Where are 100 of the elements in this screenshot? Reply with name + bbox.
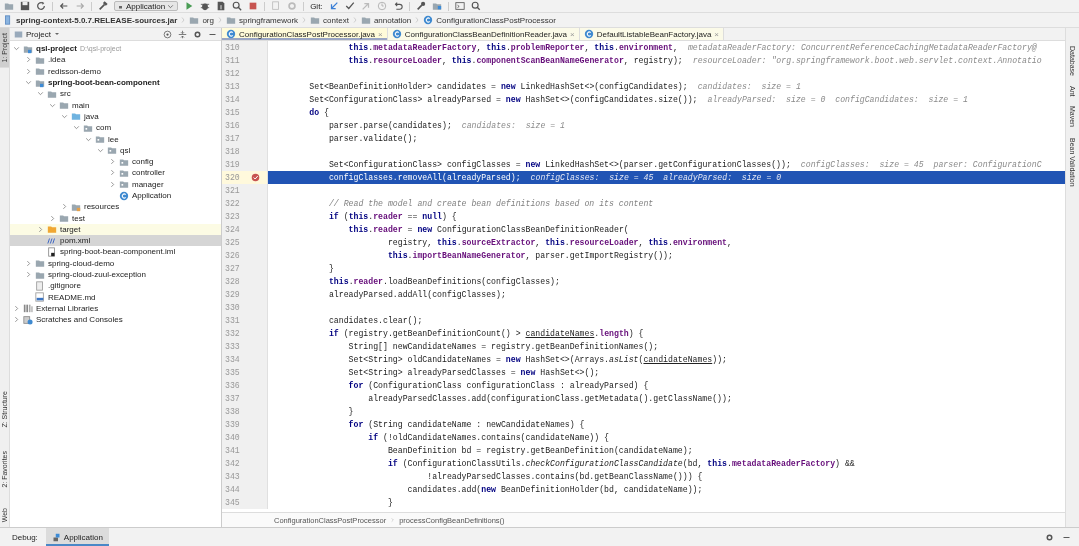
line-number: 325 bbox=[224, 238, 241, 247]
line-number: 328 bbox=[224, 277, 241, 286]
breakpoint-icon[interactable] bbox=[250, 173, 260, 182]
project-view-dropdown[interactable]: Project bbox=[14, 29, 60, 39]
tree-item[interactable]: config bbox=[132, 157, 154, 167]
line-number: 315 bbox=[224, 108, 241, 117]
run-icon[interactable] bbox=[184, 1, 195, 11]
tree-item[interactable]: redisson-demo bbox=[48, 66, 101, 76]
debug-icon[interactable] bbox=[200, 1, 211, 11]
settings-icon[interactable] bbox=[193, 29, 202, 39]
code-line: String[] newCandidateNames = registry.getBeanDefinitionNames(); bbox=[347, 342, 659, 351]
search-icon[interactable] bbox=[470, 1, 481, 11]
line-number: 316 bbox=[224, 121, 241, 130]
tree-item[interactable]: main bbox=[72, 100, 90, 110]
line-number: 335 bbox=[224, 368, 241, 377]
code-line: alreadyParsedClasses.add(configurationClass.getMetadata().getClassName()); bbox=[367, 394, 732, 403]
line-number: 339 bbox=[224, 420, 241, 429]
tree-item[interactable]: Application bbox=[132, 191, 172, 200]
collapse-all-icon[interactable] bbox=[178, 29, 187, 39]
tree-item[interactable]: controller bbox=[132, 168, 165, 178]
forward-arrow-icon[interactable] bbox=[75, 1, 85, 11]
editor-tab[interactable]: DefaultListableBeanFactory.java × bbox=[579, 28, 724, 40]
breadcrumb-item[interactable]: spring-context-5.0.7.RELEASE-sources.jar bbox=[16, 15, 178, 25]
line-number: 314 bbox=[224, 95, 241, 104]
line-number: 337 bbox=[224, 394, 241, 403]
tree-item[interactable]: External Libraries bbox=[36, 303, 99, 313]
chevron-separator-icon bbox=[390, 516, 396, 524]
breadcrumb-item[interactable]: springframework bbox=[238, 15, 299, 25]
project-structure-icon[interactable] bbox=[431, 1, 442, 11]
line-number: 311 bbox=[224, 56, 241, 65]
code-line: Set<ConfigurationClass> alreadyParsed = new HashSet<>(configCandidates.size()); bbox=[308, 95, 698, 104]
code-line: registry, this.sourceExtractor, this.resourceLoader, this.environment, bbox=[386, 238, 732, 247]
terminal-icon[interactable] bbox=[454, 1, 465, 11]
class-icon bbox=[226, 29, 236, 39]
breadcrumb-item[interactable]: annotation bbox=[373, 15, 412, 25]
tree-item[interactable]: lee bbox=[108, 134, 119, 144]
code-line: Set<BeanDefinitionHolder> candidates = new LinkedHashSet<>(configCandidates); bbox=[308, 82, 688, 91]
tree-item[interactable]: spring-boot-bean-component bbox=[48, 78, 160, 88]
line-number: 321 bbox=[224, 186, 241, 195]
sync-icon[interactable] bbox=[36, 1, 46, 11]
tree-item[interactable]: java bbox=[84, 111, 99, 121]
line-number: 336 bbox=[224, 381, 241, 390]
line-number: 324 bbox=[224, 225, 241, 234]
tree-item[interactable]: .gitignore bbox=[48, 281, 81, 291]
tree-item[interactable]: spring-boot-bean-component.iml bbox=[60, 247, 176, 257]
chevron-separator-icon bbox=[216, 15, 223, 25]
locate-icon[interactable] bbox=[163, 29, 172, 39]
breadcrumb-item[interactable]: context bbox=[323, 15, 349, 25]
save-icon[interactable] bbox=[20, 1, 30, 11]
code-line: candidates.clear(); bbox=[327, 316, 423, 325]
line-number: 331 bbox=[224, 316, 241, 325]
tree-item[interactable]: .idea bbox=[48, 55, 66, 65]
editor-tab[interactable]: ConfigurationClassBeanDefinitionReader.java × bbox=[387, 28, 580, 40]
tree-item[interactable]: manager bbox=[132, 179, 164, 189]
tree-item[interactable]: com bbox=[96, 123, 112, 133]
history-clock-icon[interactable] bbox=[376, 1, 387, 11]
tree-item[interactable]: spring-cloud-demo bbox=[48, 258, 115, 268]
code-line: do { bbox=[308, 108, 329, 117]
wrench-icon[interactable] bbox=[415, 1, 426, 11]
tree-item[interactable]: qsl-project bbox=[36, 44, 77, 54]
commit-check-icon[interactable] bbox=[344, 1, 355, 11]
code-line: Set<ConfigurationClass> configClasses = new LinkedHashSet<>(parser.getConfigurationClasses()); bbox=[327, 160, 791, 169]
tree-item[interactable]: qsl bbox=[120, 145, 131, 155]
caret-icon bbox=[53, 31, 60, 37]
tree-item[interactable]: test bbox=[72, 213, 85, 223]
tree-item[interactable]: Scratches and Consoles bbox=[36, 315, 123, 325]
line-number: 334 bbox=[224, 355, 241, 364]
caret-icon bbox=[167, 2, 175, 10]
code-line: Set<String> alreadyParsedClasses = new HashSet<>(); bbox=[347, 368, 600, 377]
breadcrumb-item[interactable]: ConfigurationClassPostProcessor bbox=[436, 15, 556, 25]
tree-item[interactable]: resources bbox=[84, 202, 120, 212]
folder-icon bbox=[225, 15, 236, 25]
tree-item[interactable]: src bbox=[60, 89, 71, 99]
run-configuration-dropdown[interactable]: Application bbox=[114, 1, 179, 11]
code-line: parser.parse(candidates); bbox=[327, 121, 452, 130]
tree-item[interactable]: README.md bbox=[48, 292, 96, 302]
tree-item[interactable]: target bbox=[60, 224, 81, 234]
inline-debug-value: configClasses: size = 45 alreadyParsed: size = 0 bbox=[530, 173, 782, 182]
revert-icon[interactable] bbox=[392, 1, 403, 11]
editor-tab[interactable]: ConfigurationClassPostProcessor.java × bbox=[222, 28, 388, 40]
debug-tab[interactable]: Application bbox=[45, 528, 109, 546]
line-number: 344 bbox=[224, 485, 241, 494]
line-number: 322 bbox=[224, 199, 241, 208]
code-line: alreadyParsed.addAll(configClasses); bbox=[327, 290, 506, 299]
back-arrow-icon[interactable] bbox=[59, 1, 69, 11]
tree-item[interactable]: pom.xml bbox=[60, 236, 91, 246]
vcs-label: Git: bbox=[310, 1, 323, 11]
settings-icon[interactable] bbox=[1045, 532, 1054, 542]
tree-item[interactable]: spring-cloud-zuul-exception bbox=[48, 270, 146, 280]
inline-debug-value: candidates: size = 1 bbox=[461, 121, 565, 130]
code-line: if (!oldCandidateNames.contains(candidateName)) { bbox=[367, 433, 610, 442]
maven-file-icon bbox=[47, 235, 57, 246]
push-arrow-icon[interactable] bbox=[360, 1, 371, 11]
folder-icon[interactable] bbox=[4, 1, 14, 11]
hammer-icon[interactable] bbox=[98, 1, 108, 11]
breadcrumb-item[interactable]: org bbox=[202, 15, 214, 25]
code-line: candidates.add(new BeanDefinitionHolder(bd, candidateName)); bbox=[406, 485, 703, 494]
stop-icon[interactable] bbox=[248, 1, 259, 11]
update-arrow-icon[interactable] bbox=[328, 1, 339, 11]
line-number: 318 bbox=[224, 147, 241, 156]
